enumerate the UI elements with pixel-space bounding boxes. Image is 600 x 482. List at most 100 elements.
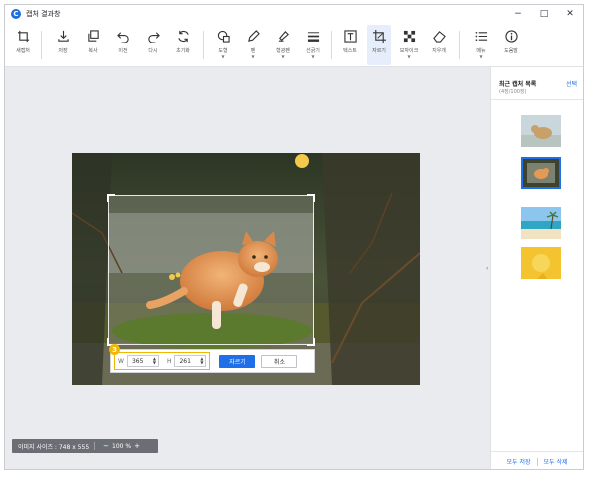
crop-size-group: 3 W ▲▼ H ▲▼ bbox=[109, 344, 211, 370]
delete-all-button[interactable]: 모두 삭제 bbox=[544, 457, 568, 466]
toolbar-divider bbox=[331, 31, 332, 59]
download-icon bbox=[57, 30, 69, 42]
capture-count: (4장/100장) bbox=[499, 89, 527, 95]
crop-apply-button[interactable]: 자르기 bbox=[219, 354, 256, 368]
toolbar-divider bbox=[459, 31, 460, 59]
undo-label: 이전 bbox=[118, 48, 128, 54]
select-link[interactable]: 선택 bbox=[566, 79, 577, 88]
eraser-label: 지우개 bbox=[432, 48, 446, 54]
panel-footer: 모두 저장 모두 삭제 bbox=[491, 451, 583, 469]
copy-icon bbox=[87, 30, 99, 42]
height-input[interactable] bbox=[179, 357, 198, 365]
mosaic-icon bbox=[403, 30, 415, 43]
crop-icon bbox=[372, 30, 386, 43]
pen-icon bbox=[247, 30, 260, 42]
text-button[interactable]: 텍스트 bbox=[338, 25, 362, 65]
flower-thumbnail-image bbox=[521, 247, 561, 279]
redo-label: 다시 bbox=[148, 48, 158, 54]
undo-button[interactable]: 이전 bbox=[111, 25, 135, 65]
info-icon bbox=[504, 30, 518, 43]
chevron-down-icon: ▼ bbox=[221, 54, 225, 59]
menu-icon bbox=[475, 31, 487, 42]
crop-label: 자르기 bbox=[372, 48, 386, 54]
menu-label: 메뉴 bbox=[476, 48, 486, 54]
shape-button[interactable]: 도형 ▼ bbox=[211, 25, 235, 65]
new-capture-icon bbox=[17, 30, 29, 43]
save-button[interactable]: 저장 bbox=[51, 25, 75, 65]
status-bar: 이미지 사이즈 : 748 x 555 − 100 % + bbox=[12, 439, 158, 453]
mosaic-label: 모자이크 bbox=[399, 48, 419, 54]
height-spin-arrows[interactable]: ▲ ▼ bbox=[200, 357, 203, 365]
line-width-button[interactable]: 선굵기 ▼ bbox=[301, 25, 325, 65]
chevron-down-icon: ▼ bbox=[479, 54, 483, 59]
menu-button[interactable]: 메뉴 ▼ bbox=[469, 25, 493, 65]
chevron-down-icon: ▼ bbox=[251, 54, 255, 59]
width-stepper[interactable]: ▲▼ bbox=[126, 355, 159, 367]
toolbar-divider bbox=[203, 31, 204, 59]
text-label: 텍스트 bbox=[343, 48, 357, 54]
text-icon bbox=[343, 30, 357, 43]
help-button[interactable]: 도움말 bbox=[499, 25, 523, 65]
chevron-down-icon[interactable]: ▼ bbox=[200, 361, 203, 365]
crop-panel: 3 W ▲▼ H ▲▼ 자르기 취소 bbox=[109, 344, 315, 373]
minimize-button[interactable]: − bbox=[505, 5, 531, 23]
reset-icon bbox=[177, 30, 189, 43]
beach-thumbnail-image bbox=[521, 207, 561, 239]
mosaic-button[interactable]: 모자이크 ▼ bbox=[397, 25, 421, 65]
puppy-thumbnail-image bbox=[521, 115, 561, 147]
cat-thumbnail-image bbox=[523, 159, 559, 187]
status-divider bbox=[94, 442, 96, 450]
height-label: H bbox=[166, 357, 172, 365]
chevron-down-icon: ▼ bbox=[407, 54, 411, 59]
shape-icon bbox=[217, 30, 230, 43]
crop-handle-bottom-right[interactable] bbox=[307, 338, 315, 346]
window-controls: − □ ✕ bbox=[505, 5, 583, 23]
crop-button[interactable]: 자르기 bbox=[367, 25, 391, 65]
recent-captures-panel: 최근 캡처 목록 (4장/100장) 선택 모두 저장 모두 삭제 bbox=[490, 67, 583, 469]
save-all-button[interactable]: 모두 저장 bbox=[507, 457, 531, 466]
thumb-yellow-flower[interactable] bbox=[521, 247, 561, 279]
save-label: 저장 bbox=[58, 48, 68, 54]
crop-selection-box[interactable] bbox=[107, 194, 315, 346]
width-input[interactable] bbox=[131, 357, 150, 365]
new-capture-button[interactable]: 새캡처 bbox=[11, 25, 35, 65]
title-bar: C 캡처 결과창 − □ ✕ bbox=[5, 5, 583, 23]
new-capture-label: 새캡처 bbox=[16, 48, 30, 54]
toolbar-divider bbox=[41, 31, 42, 59]
chevron-down-icon[interactable]: ▼ bbox=[153, 361, 156, 365]
crop-handle-top-left[interactable] bbox=[107, 194, 115, 202]
close-button[interactable]: ✕ bbox=[557, 5, 583, 23]
thumb-beach[interactable] bbox=[521, 207, 561, 239]
zoom-out-button[interactable]: − bbox=[103, 442, 109, 450]
copy-button[interactable]: 복사 bbox=[81, 25, 105, 65]
highlighter-label: 형광펜 bbox=[276, 48, 290, 54]
app-logo-icon: C bbox=[11, 9, 21, 19]
crop-cancel-button[interactable]: 취소 bbox=[261, 354, 298, 368]
editing-canvas[interactable]: 3 W ▲▼ H ▲▼ 자르기 취소 이미지 사이즈 : 748 x 555 −… bbox=[5, 67, 490, 469]
toolbar: 새캡처 저장 복사 이전 다시 초기화 도형 ▼ 펜 ▼ 형광펜 ▼ 선굵기 ▼… bbox=[5, 23, 583, 67]
thumb-puppy[interactable] bbox=[521, 115, 561, 147]
redo-icon bbox=[147, 32, 160, 43]
zoom-level: 100 % bbox=[112, 442, 132, 450]
window-title: 캡처 결과창 bbox=[26, 10, 61, 18]
reset-button[interactable]: 초기화 bbox=[171, 25, 195, 65]
eraser-button[interactable]: 지우개 bbox=[427, 25, 451, 65]
maximize-button[interactable]: □ bbox=[531, 5, 557, 23]
highlighter-button[interactable]: 형광펜 ▼ bbox=[271, 25, 295, 65]
width-spin-arrows[interactable]: ▲ ▼ bbox=[153, 357, 156, 365]
width-label: W bbox=[118, 357, 124, 365]
recent-captures-title: 최근 캡처 목록 bbox=[499, 81, 537, 88]
height-stepper[interactable]: ▲▼ bbox=[174, 355, 207, 367]
panel-divider bbox=[491, 99, 583, 100]
pen-button[interactable]: 펜 ▼ bbox=[241, 25, 265, 65]
crop-handle-top-right[interactable] bbox=[307, 194, 315, 202]
eraser-icon bbox=[432, 31, 446, 43]
zoom-in-button[interactable]: + bbox=[134, 442, 140, 450]
capture-result-window: C 캡처 결과창 − □ ✕ 새캡처 저장 복사 이전 다시 초기화 도형 ▼ … bbox=[4, 4, 584, 470]
image-size-text: 이미지 사이즈 : 748 x 555 bbox=[18, 443, 90, 451]
thumb-cat[interactable] bbox=[521, 157, 561, 189]
shape-label: 도형 bbox=[218, 48, 228, 54]
redo-button[interactable]: 다시 bbox=[141, 25, 165, 65]
pen-label: 펜 bbox=[250, 48, 256, 54]
undo-icon bbox=[116, 32, 129, 43]
